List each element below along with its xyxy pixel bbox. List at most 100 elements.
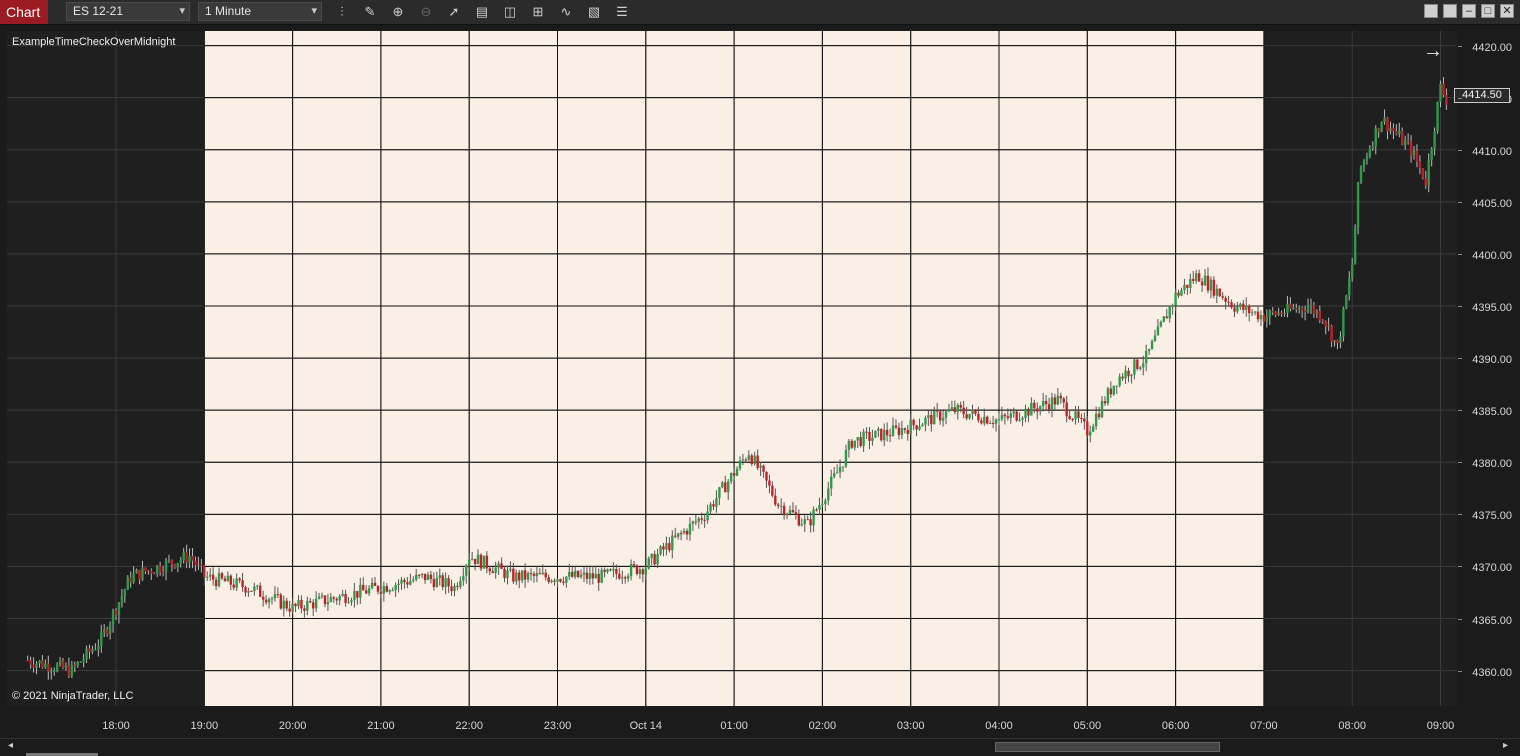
candle-body	[1295, 308, 1298, 310]
zoom-in-icon[interactable]: ⊕	[389, 3, 407, 21]
candle-body	[447, 578, 450, 587]
scroll-thumb[interactable]	[995, 742, 1220, 752]
data-box-icon[interactable]: ▤	[473, 3, 491, 21]
chart-tab[interactable]: Chart	[0, 0, 48, 24]
candle-body	[977, 413, 980, 421]
candle-body	[830, 476, 833, 489]
candle-body	[1121, 376, 1124, 379]
zoom-out-icon[interactable]: ⊖	[417, 3, 435, 21]
candle-body	[1024, 408, 1027, 418]
candle-body	[1401, 130, 1404, 145]
candle-body	[1168, 306, 1171, 319]
horizontal-scrollbar[interactable]: ◂ ▸	[0, 738, 1520, 756]
candle-body	[1203, 275, 1207, 286]
candle-body	[800, 524, 803, 526]
candle-body	[417, 574, 421, 576]
candle-body	[641, 569, 645, 575]
candle-body	[247, 590, 250, 593]
candle-body	[1233, 307, 1236, 312]
candle-body	[350, 600, 353, 603]
instrument-value: ES 12-21	[73, 4, 124, 18]
indicators-icon[interactable]: ▧	[585, 3, 603, 21]
price-axis[interactable]: 4420.004415.004410.004405.004400.004395.…	[1458, 31, 1520, 709]
candle-body	[941, 417, 945, 421]
candle-body	[1359, 166, 1363, 183]
restore-icon[interactable]	[1443, 4, 1457, 18]
chart-panel[interactable]	[7, 31, 1457, 706]
candle-body	[874, 430, 877, 438]
candle-body	[959, 404, 962, 408]
candle-body	[906, 429, 909, 434]
strategies-icon[interactable]: ∿	[557, 3, 575, 21]
candle-body	[891, 425, 895, 436]
candle-body	[1398, 130, 1401, 135]
time-axis[interactable]: 18:00 19:00 20:00 21:00 22:00 23:00 Oct 14 01:0…	[7, 708, 1457, 738]
instrument-selector[interactable]: ES 12-21 ▾	[66, 2, 190, 21]
candle-body	[927, 415, 930, 418]
candle-body	[314, 598, 318, 609]
candle-body	[659, 546, 662, 555]
minimize-icon[interactable]: –	[1462, 4, 1476, 18]
candle-body	[1292, 308, 1295, 310]
price-tick-label: 4400.00	[1472, 249, 1512, 262]
candle-body	[50, 671, 53, 673]
candle-body	[288, 608, 291, 612]
candle-body	[1006, 416, 1010, 418]
candle-body	[935, 410, 939, 412]
price-tick-label: 4390.00	[1472, 354, 1512, 367]
candle-body	[1303, 310, 1307, 313]
candle-body	[803, 519, 806, 525]
candle-body	[721, 482, 724, 488]
candle-body	[41, 660, 44, 668]
candle-body	[1433, 131, 1436, 149]
candle-body	[197, 564, 200, 566]
candle-body	[1227, 301, 1230, 303]
drawing-pencil-icon[interactable]: ✎	[361, 3, 379, 21]
candle-body	[1053, 397, 1057, 405]
candle-body	[347, 602, 350, 604]
candle-body	[559, 579, 562, 582]
candle-body	[1327, 325, 1330, 327]
scroll-right-icon[interactable]: ▸	[1503, 740, 1508, 751]
arrow-right-icon[interactable]: →	[1423, 40, 1443, 62]
templates-icon[interactable]: ◫	[501, 3, 519, 21]
candle-body	[885, 429, 889, 436]
properties-icon[interactable]: ⊞	[529, 3, 547, 21]
time-tick-label: Oct 14	[629, 720, 662, 732]
candle-body	[470, 558, 474, 560]
candle-body	[1106, 388, 1110, 404]
candle-body	[744, 459, 748, 461]
candle-body	[883, 429, 886, 441]
candle-body	[188, 556, 191, 563]
candle-body	[791, 509, 795, 513]
menu-icon[interactable]: ☰	[613, 3, 631, 21]
pointer-icon[interactable]: ➚	[445, 3, 463, 21]
bar-type-icon[interactable]: ⫶	[333, 3, 351, 21]
scroll-left-icon[interactable]: ◂	[8, 740, 13, 751]
candle-body	[426, 574, 430, 580]
price-tick-mark	[1458, 410, 1462, 412]
candle-body	[1144, 350, 1148, 364]
close-icon[interactable]: ✕	[1500, 4, 1514, 18]
candle-body	[103, 629, 106, 633]
restore-icon[interactable]	[1424, 4, 1438, 18]
candle-body	[397, 583, 400, 586]
interval-selector[interactable]: 1 Minute ▾	[198, 2, 322, 21]
candle-body	[403, 579, 406, 583]
price-tick-label: 4375.00	[1472, 510, 1512, 523]
candle-body	[1047, 404, 1051, 410]
candle-body	[1298, 307, 1301, 310]
maximize-icon[interactable]: □	[1481, 4, 1495, 18]
candle-body	[947, 409, 951, 412]
candle-body	[150, 570, 153, 574]
candle-body	[1003, 414, 1007, 417]
candle-body	[1100, 401, 1104, 418]
candle-body	[297, 599, 300, 607]
price-tick-mark	[1458, 253, 1462, 255]
candle-body	[1156, 326, 1160, 336]
candle-body	[85, 648, 88, 660]
candle-body	[971, 409, 974, 414]
candle-body	[718, 487, 721, 499]
candle-body	[158, 565, 162, 573]
candle-body	[415, 574, 418, 580]
